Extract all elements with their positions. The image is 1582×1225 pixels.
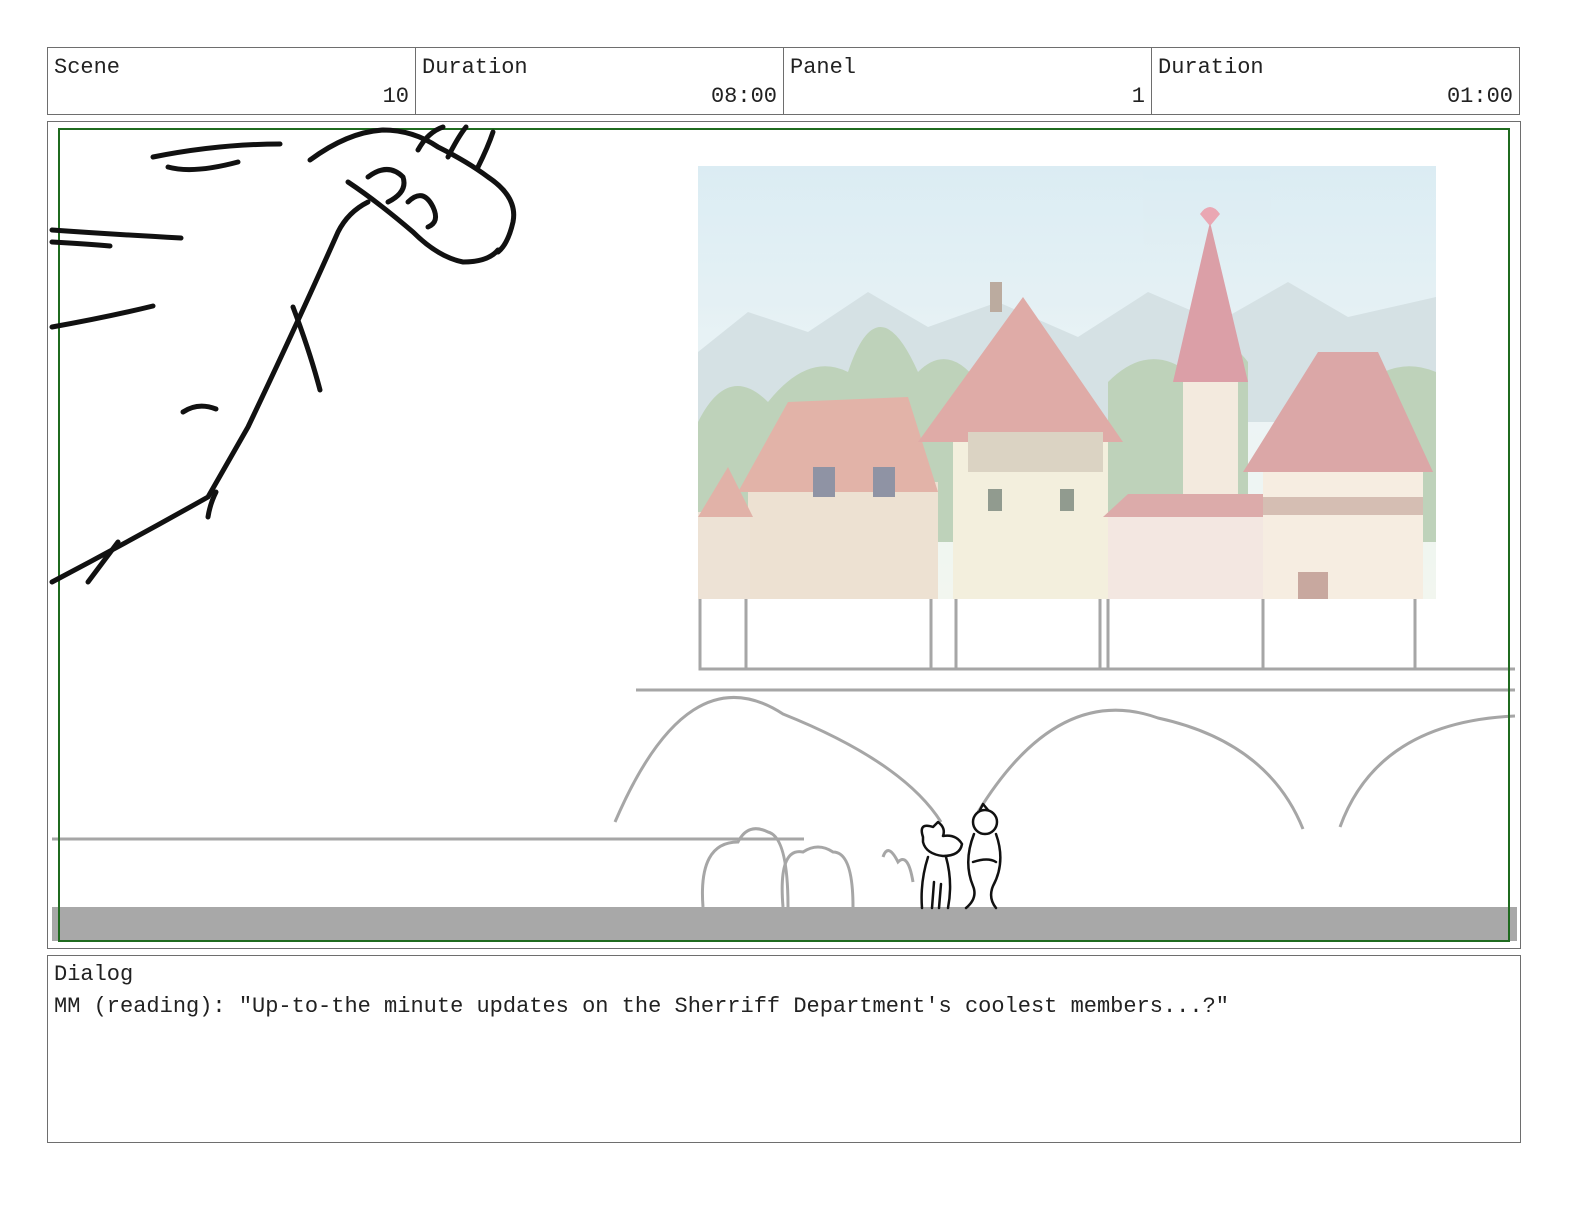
layout-lines <box>52 599 1516 908</box>
panel-duration-cell: Duration 01:00 <box>1152 48 1519 114</box>
scene-duration-label: Duration <box>422 55 528 80</box>
scene-number: 10 <box>382 84 409 109</box>
panel-duration-label: Duration <box>1158 55 1264 80</box>
panel-cell: Panel 1 <box>784 48 1152 114</box>
dialog-text: MM (reading): "Up-to-the minute updates … <box>54 994 1229 1019</box>
panel-duration-value: 01:00 <box>1446 84 1513 109</box>
scene-duration-value: 08:00 <box>710 84 777 109</box>
panel-label: Panel <box>790 55 857 80</box>
dialog-box: Dialog MM (reading): "Up-to-the minute u… <box>47 955 1521 1143</box>
panel-artwork <box>49 124 1517 942</box>
ground-strip <box>52 907 1517 941</box>
panel-number: 1 <box>1131 84 1145 109</box>
dragon-sketch <box>49 124 517 585</box>
storyboard-header: Scene 10 Duration 08:00 Panel 1 Duration… <box>47 47 1520 115</box>
background-town-painting <box>698 166 1436 599</box>
storyboard-panel <box>47 121 1521 949</box>
dialog-label: Dialog <box>54 962 134 987</box>
scene-label: Scene <box>54 55 121 80</box>
character-sketches <box>920 802 1002 910</box>
scene-cell: Scene 10 <box>48 48 416 114</box>
scene-duration-cell: Duration 08:00 <box>416 48 784 114</box>
